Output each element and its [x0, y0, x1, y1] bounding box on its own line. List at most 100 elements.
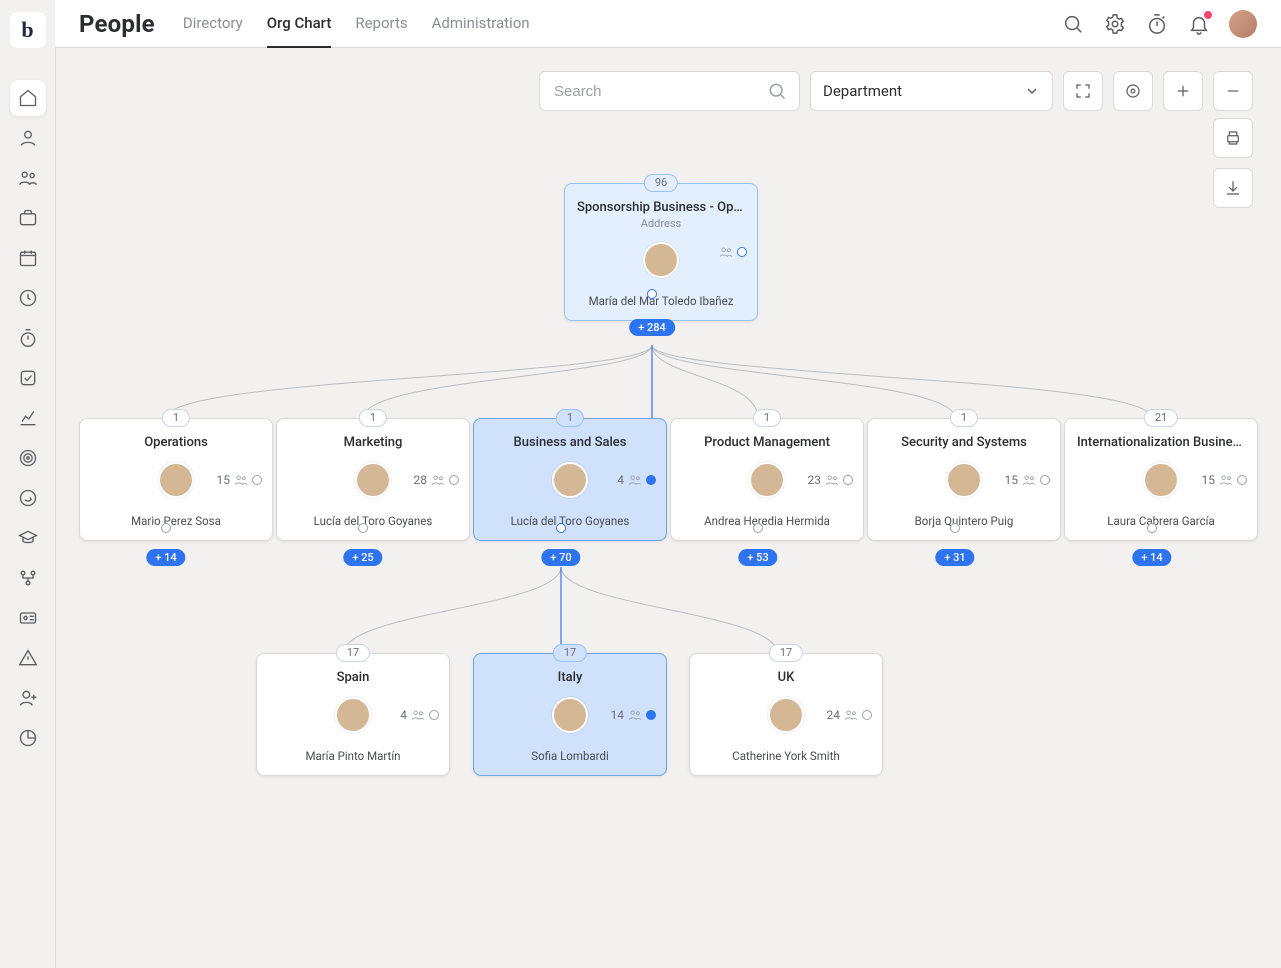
user-plus-icon[interactable] — [10, 680, 46, 716]
tab-directory[interactable]: Directory — [183, 0, 243, 48]
warning-icon[interactable] — [10, 640, 46, 676]
connector-knot — [753, 523, 763, 533]
target-icon[interactable] — [10, 440, 46, 476]
node-headcount: 4 — [617, 473, 656, 487]
people-icon[interactable] — [10, 160, 46, 196]
node-headcount: 14 — [611, 708, 657, 722]
node-sub: Address — [573, 217, 749, 230]
tab-reports[interactable]: Reports — [355, 0, 407, 48]
briefcase-icon[interactable] — [10, 200, 46, 236]
org-chart-canvas[interactable]: 96 Sponsorship Business - Operati… Addre… — [55, 47, 1281, 968]
graduation-icon[interactable] — [10, 520, 46, 556]
connector-knot — [1147, 523, 1157, 533]
node-headcount — [719, 245, 747, 259]
org-node[interactable]: 21 Internationalization Business St… 15 … — [1064, 418, 1258, 541]
connector-knot — [161, 523, 171, 533]
node-name: María Pinto Martín — [265, 749, 441, 763]
node-badge: 21 — [1144, 409, 1178, 427]
node-headcount: 15 — [1202, 473, 1248, 487]
node-headcount: 15 — [1005, 473, 1051, 487]
profile-icon[interactable] — [10, 120, 46, 156]
bell-icon[interactable] — [1187, 12, 1211, 36]
node-name: María del Mar Toledo Ibañez — [573, 294, 749, 308]
expand-pill-root[interactable]: + 284 — [629, 319, 675, 336]
expand-pill[interactable]: + 25 — [343, 549, 382, 566]
stopwatch-icon[interactable] — [1145, 12, 1169, 36]
node-badge: 1 — [359, 409, 387, 427]
connector-knot — [358, 523, 368, 533]
node-avatar — [749, 462, 785, 498]
node-avatar — [768, 697, 804, 733]
top-bar: People Directory Org Chart Reports Admin… — [55, 0, 1281, 48]
node-badge: 17 — [553, 644, 587, 662]
node-badge: 1 — [753, 409, 781, 427]
expand-pill[interactable]: + 14 — [146, 549, 185, 566]
org-node[interactable]: 17 Spain 4 María Pinto Martín — [256, 653, 450, 776]
id-icon[interactable] — [10, 600, 46, 636]
node-badge: 17 — [336, 644, 370, 662]
timer-icon[interactable] — [10, 320, 46, 356]
org-node[interactable]: 1 Marketing 28 Lucía del Toro Goyanes — [276, 418, 470, 541]
expand-pill[interactable]: + 31 — [935, 549, 974, 566]
tab-administration[interactable]: Administration — [432, 0, 530, 48]
node-bullet — [737, 247, 747, 257]
branch-icon[interactable] — [10, 560, 46, 596]
org-node[interactable]: 1 Product Management 23 Andrea Heredia H… — [670, 418, 864, 541]
node-dept: Sponsorship Business - Operati… — [573, 200, 749, 215]
home-icon[interactable] — [10, 80, 46, 116]
node-avatar — [335, 697, 371, 733]
org-node[interactable]: 1 Operations 15 Mario Perez Sosa — [79, 418, 273, 541]
node-dept: Operations — [88, 435, 264, 450]
expand-pill[interactable]: + 14 — [1132, 549, 1171, 566]
node-badge: 1 — [162, 409, 190, 427]
node-dept: Marketing — [285, 435, 461, 450]
pie-icon[interactable] — [10, 720, 46, 756]
node-name: Andrea Heredia Hermida — [679, 514, 855, 528]
node-name: Laura Cabrera García — [1073, 514, 1249, 528]
connector-knot — [556, 523, 566, 533]
node-badge: 1 — [556, 409, 584, 427]
expand-pill[interactable]: + 70 — [541, 549, 580, 566]
node-headcount: 28 — [414, 473, 460, 487]
app-logo[interactable]: b — [10, 12, 46, 48]
node-headcount: 4 — [400, 708, 439, 722]
node-headcount: 15 — [217, 473, 263, 487]
node-avatar — [946, 462, 982, 498]
chart-icon[interactable] — [10, 400, 46, 436]
node-name: Lucía del Toro Goyanes — [482, 514, 658, 528]
node-name: Catherine York Smith — [698, 749, 874, 763]
org-node-selected[interactable]: 1 Business and Sales 4 Lucía del Toro Go… — [473, 418, 667, 541]
clock-icon[interactable] — [10, 280, 46, 316]
node-dept: Product Management — [679, 435, 855, 450]
node-dept: Internationalization Business St… — [1073, 435, 1249, 450]
tab-org-chart[interactable]: Org Chart — [267, 0, 332, 48]
node-dept: UK — [698, 670, 874, 685]
tabs: Directory Org Chart Reports Administrati… — [183, 0, 530, 47]
user-avatar[interactable] — [1229, 10, 1257, 38]
node-headcount: 23 — [808, 473, 854, 487]
settings-icon[interactable] — [1103, 12, 1127, 36]
node-badge: 17 — [769, 644, 803, 662]
node-dept: Security and Systems — [876, 435, 1052, 450]
org-node[interactable]: 1 Security and Systems 15 Borja Quintero… — [867, 418, 1061, 541]
node-badge: 1 — [950, 409, 978, 427]
connector-knot — [950, 523, 960, 533]
node-headcount: 24 — [827, 708, 873, 722]
calendar-icon[interactable] — [10, 240, 46, 276]
org-node-root[interactable]: 96 Sponsorship Business - Operati… Addre… — [564, 183, 758, 321]
checkbox-icon[interactable] — [10, 360, 46, 396]
expand-pill[interactable]: + 53 — [738, 549, 777, 566]
org-node[interactable]: 17 UK 24 Catherine York Smith — [689, 653, 883, 776]
node-avatar — [355, 462, 391, 498]
node-name: Sofia Lombardi — [482, 749, 658, 763]
search-icon[interactable] — [1061, 12, 1085, 36]
node-badge: 96 — [644, 174, 678, 192]
connector-knot — [647, 289, 657, 299]
support-icon[interactable] — [10, 480, 46, 516]
node-dept: Spain — [265, 670, 441, 685]
node-avatar — [1143, 462, 1179, 498]
org-node-selected[interactable]: 17 Italy 14 Sofia Lombardi — [473, 653, 667, 776]
node-dept: Business and Sales — [482, 435, 658, 450]
node-avatar — [643, 242, 679, 278]
node-avatar — [158, 462, 194, 498]
